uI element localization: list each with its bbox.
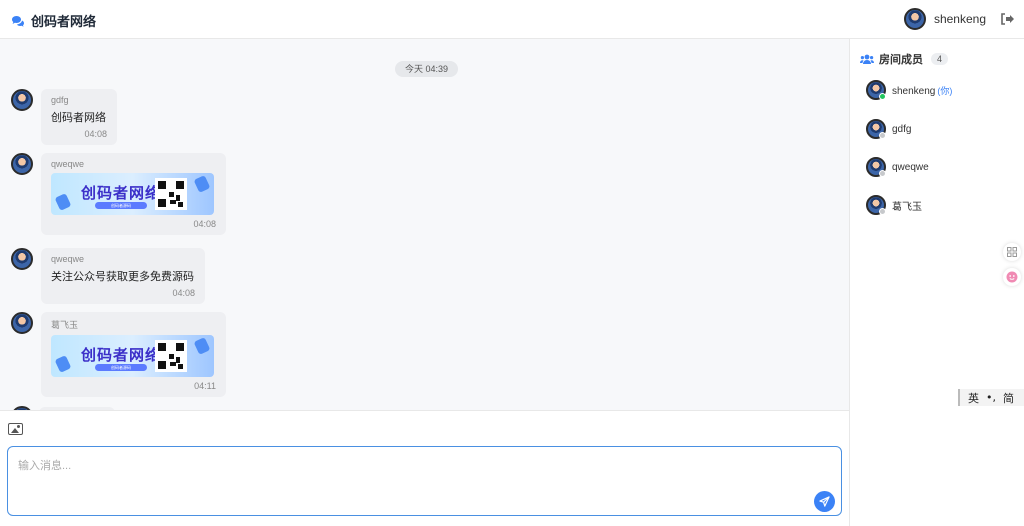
user-area: shenkeng — [903, 8, 1014, 30]
message-sender: gdfg — [51, 95, 69, 105]
message-bubble: qweqwe 关注公众号获取更多免费源码 04:08 — [41, 248, 205, 304]
message-image[interactable]: 创码者网络 创码者源码 — [51, 173, 214, 215]
decoration-icon — [54, 193, 72, 211]
message-time: 04:08 — [172, 288, 195, 298]
message-bubble: gdfg 创码者网络 04:08 — [41, 89, 117, 145]
composer — [0, 410, 850, 526]
decoration-icon — [193, 175, 211, 193]
app-title: 创码者网络 — [31, 14, 97, 29]
brand: 创码者网络 — [11, 11, 96, 30]
decoration-icon — [193, 337, 211, 355]
avatar — [866, 119, 886, 139]
members-title: 房间成员 — [879, 54, 923, 66]
member-name: 葛飞玉 — [892, 201, 922, 213]
offline-status-dot — [879, 208, 886, 215]
user-avatar[interactable] — [903, 8, 926, 30]
message-item: gdfg 创码者网络 04:08 — [11, 89, 117, 145]
qr-code-icon — [155, 178, 187, 210]
grid-icon — [1007, 247, 1017, 257]
online-status-dot — [879, 93, 886, 100]
message-time: 04:08 — [84, 129, 107, 139]
send-button[interactable] — [814, 491, 835, 512]
message-image[interactable]: 创码者网络 创码者源码 — [51, 335, 214, 377]
assistant-button[interactable] — [1003, 268, 1021, 286]
offline-status-dot — [879, 132, 886, 139]
offline-status-dot — [879, 170, 886, 177]
member-count-badge: 4 — [931, 53, 949, 65]
time-divider: 今天 04:39 — [395, 61, 459, 77]
message-bubble: 葛飞玉 创码者网络 创码者源码 04:11 — [41, 312, 226, 397]
decoration-icon — [54, 355, 72, 373]
avatar — [866, 195, 886, 215]
ime-language: 英 — [968, 391, 979, 405]
chat-bubbles-icon — [12, 15, 24, 27]
banner-subtitle: 创码者源码 — [95, 364, 147, 371]
member-name: gdfg — [892, 123, 912, 135]
message-text: 关注公众号获取更多免费源码 — [51, 271, 194, 283]
message-time: 04:11 — [194, 381, 216, 391]
message-time: 04:08 — [193, 219, 216, 229]
image-upload-icon[interactable] — [8, 423, 23, 435]
user-name: shenkeng — [933, 12, 986, 26]
avatar[interactable] — [11, 89, 33, 111]
message-item: qweqwe 关注公众号获取更多免费源码 04:08 — [11, 248, 205, 304]
avatar[interactable] — [11, 153, 33, 175]
avatar — [866, 157, 886, 177]
member-name: qweqwe — [892, 161, 929, 173]
banner-title: 创码者网络 — [81, 346, 162, 364]
assistant-icon — [1006, 271, 1018, 283]
app-header: 创码者网络 shenkeng — [0, 0, 1024, 39]
apps-grid-button[interactable] — [1003, 243, 1021, 261]
member-name: shenkeng (你) — [892, 85, 953, 97]
chat-area[interactable]: 今天 04:39 gdfg 创码者网络 04:08 qweqwe 创码者网络 创… — [0, 39, 850, 410]
ime-punctuation: •, — [986, 391, 996, 404]
message-sender: 葛飞玉 — [51, 320, 79, 330]
members-panel: 房间成员 4 shenkeng (你) gdfg qweqwe 葛飞玉 — [850, 39, 1024, 526]
qr-code-icon — [155, 340, 187, 372]
users-icon — [860, 54, 874, 64]
banner-subtitle: 创码者源码 — [95, 202, 147, 209]
banner-title: 创码者网络 — [81, 184, 162, 202]
ime-script: 简 — [1003, 391, 1014, 405]
message-text: 创码者网络 — [51, 112, 106, 124]
avatar[interactable] — [11, 312, 33, 334]
logout-icon[interactable] — [1000, 13, 1014, 25]
paper-plane-icon — [819, 496, 830, 507]
message-sender: qweqwe — [51, 254, 85, 264]
message-sender: qweqwe — [51, 159, 85, 169]
message-item: qweqwe 创码者网络 创码者源码 04:08 — [11, 153, 226, 235]
message-input[interactable] — [7, 446, 842, 516]
avatar — [866, 80, 886, 100]
you-label: (你) — [937, 85, 953, 96]
message-bubble: qweqwe 创码者网络 创码者源码 04:08 — [41, 153, 226, 235]
avatar[interactable] — [11, 248, 33, 270]
ime-status-bar[interactable]: 英 •, 简 — [958, 389, 1024, 406]
message-item: 葛飞玉 创码者网络 创码者源码 04:11 — [11, 312, 226, 397]
member-item[interactable]: 葛飞玉 — [866, 195, 922, 215]
member-item[interactable]: shenkeng (你) — [866, 80, 952, 100]
members-header: 房间成员 4 — [860, 51, 949, 67]
member-item[interactable]: gdfg — [866, 119, 911, 139]
member-item[interactable]: qweqwe — [866, 157, 929, 177]
